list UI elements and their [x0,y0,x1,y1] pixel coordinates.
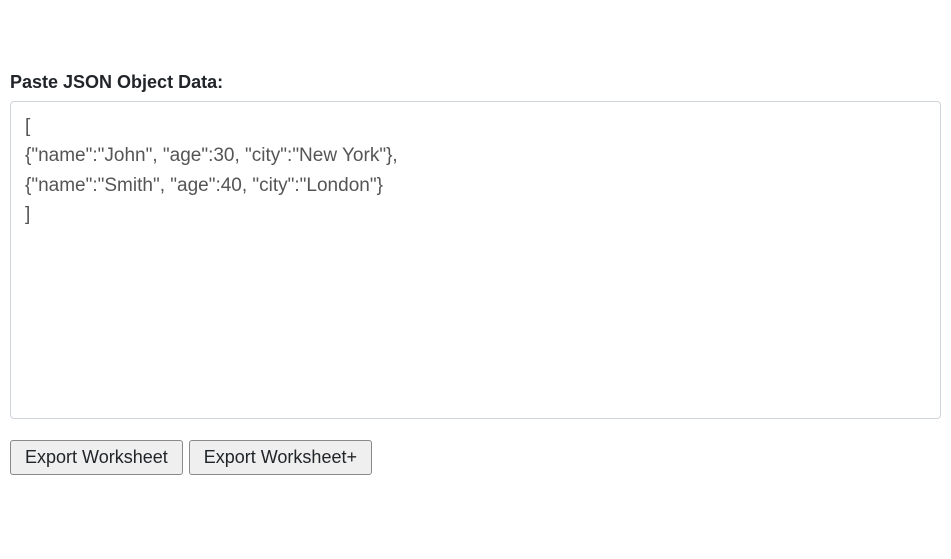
export-worksheet-button[interactable]: Export Worksheet [10,440,183,475]
button-row: Export Worksheet Export Worksheet+ [10,440,941,475]
json-input-label: Paste JSON Object Data: [10,72,941,93]
json-input-textarea[interactable] [10,101,941,419]
export-worksheet-plus-button[interactable]: Export Worksheet+ [189,440,372,475]
main-container: Paste JSON Object Data: Export Worksheet… [0,0,951,485]
